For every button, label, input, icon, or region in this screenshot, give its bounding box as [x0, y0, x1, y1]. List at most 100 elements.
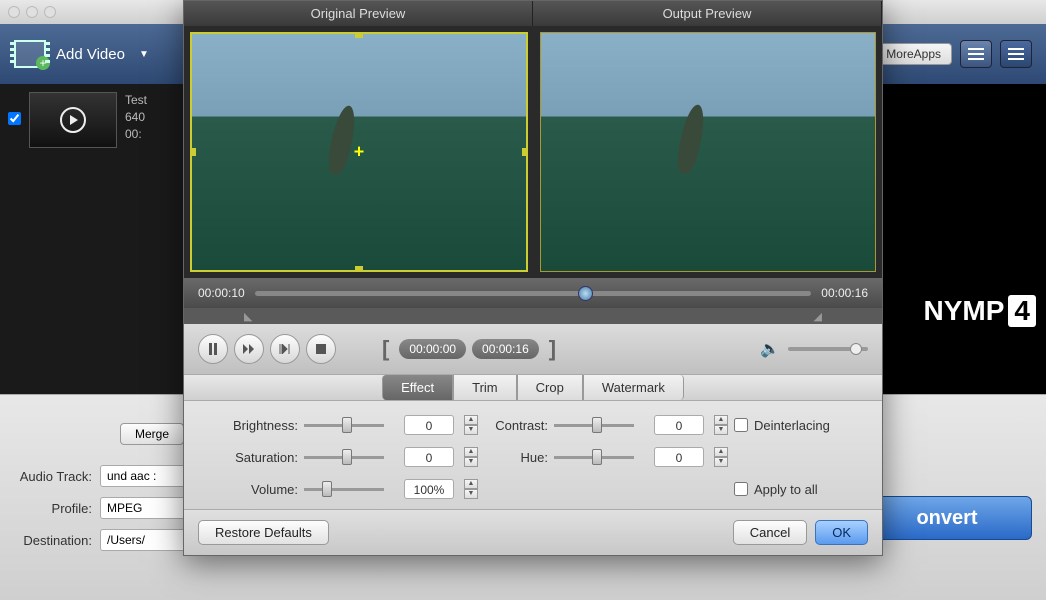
- clip-in-time: 00:00:00: [399, 339, 466, 359]
- more-apps-button[interactable]: MoreApps: [875, 43, 952, 65]
- saturation-label: Saturation:: [214, 450, 304, 465]
- trim-in-marker-icon[interactable]: ◣: [244, 310, 252, 323]
- speaker-icon: 🔈: [760, 339, 780, 359]
- video-content: [674, 103, 708, 176]
- brightness-label: Brightness:: [214, 418, 304, 433]
- minimize-window-icon[interactable]: [26, 6, 38, 18]
- item-title: Test: [125, 92, 147, 109]
- apply-all-label: Apply to all: [754, 482, 818, 497]
- volume-control: 🔈: [760, 339, 868, 359]
- original-preview-header: Original Preview: [184, 1, 533, 26]
- preview-headers: Original Preview Output Preview: [184, 1, 882, 26]
- volume-label: Volume:: [214, 482, 304, 497]
- crop-handle-left[interactable]: [190, 148, 196, 156]
- stop-button[interactable]: [306, 334, 336, 364]
- hue-slider[interactable]: [554, 448, 654, 466]
- contrast-stepper[interactable]: ▲▼: [714, 415, 728, 435]
- deinterlacing-label: Deinterlacing: [754, 418, 830, 433]
- add-video-button[interactable]: + Add Video ▼: [14, 40, 149, 68]
- saturation-value[interactable]: 0: [404, 447, 454, 467]
- trim-out-marker-icon[interactable]: ◢: [814, 310, 822, 323]
- tab-trim[interactable]: Trim: [453, 375, 517, 400]
- film-add-icon: +: [14, 40, 46, 68]
- cancel-button[interactable]: Cancel: [733, 520, 807, 545]
- pause-button[interactable]: [198, 334, 228, 364]
- item-duration: 00:: [125, 126, 147, 143]
- play-icon: [60, 107, 86, 133]
- fast-forward-button[interactable]: [234, 334, 264, 364]
- menu-icon: [1008, 48, 1024, 60]
- playhead-knob[interactable]: [578, 286, 593, 301]
- output-preview-header: Output Preview: [533, 1, 882, 26]
- brightness-slider[interactable]: [304, 416, 404, 434]
- brand-number: 4: [1008, 295, 1036, 327]
- brightness-stepper[interactable]: ▲▼: [464, 415, 478, 435]
- volume-value[interactable]: 100%: [404, 479, 454, 499]
- volume-stepper[interactable]: ▲▼: [464, 479, 478, 499]
- contrast-value[interactable]: 0: [654, 415, 704, 435]
- fast-forward-icon: [243, 344, 255, 354]
- restore-defaults-button[interactable]: Restore Defaults: [198, 520, 329, 545]
- preview-row: +: [184, 26, 882, 278]
- brightness-value[interactable]: 0: [404, 415, 454, 435]
- playback-controls: [ 00:00:00 00:00:16 ] 🔈: [184, 324, 882, 374]
- merge-button[interactable]: Merge: [120, 423, 184, 445]
- tab-effect[interactable]: Effect: [382, 375, 453, 400]
- convert-label: onvert: [916, 507, 977, 530]
- dialog-footer: Restore Defaults Cancel OK: [184, 509, 882, 555]
- item-resolution: 640: [125, 109, 147, 126]
- destination-input[interactable]: [100, 529, 190, 551]
- edit-dialog: Original Preview Output Preview + 00:00:…: [183, 0, 883, 556]
- video-thumbnail[interactable]: [29, 92, 117, 148]
- video-content: [325, 103, 359, 176]
- saturation-stepper[interactable]: ▲▼: [464, 447, 478, 467]
- step-icon: [279, 344, 291, 354]
- set-in-button[interactable]: [: [378, 336, 393, 362]
- timeline-start: 00:00:10: [198, 286, 245, 300]
- next-frame-button[interactable]: [270, 334, 300, 364]
- hue-value[interactable]: 0: [654, 447, 704, 467]
- list-view-button[interactable]: [960, 40, 992, 68]
- crop-handle-right[interactable]: [522, 148, 528, 156]
- grid-view-button[interactable]: [1000, 40, 1032, 68]
- add-video-label: Add Video: [56, 46, 125, 63]
- profile-select[interactable]: [100, 497, 190, 519]
- zoom-window-icon[interactable]: [44, 6, 56, 18]
- hue-stepper[interactable]: ▲▼: [714, 447, 728, 467]
- volume-effect-slider[interactable]: [304, 480, 404, 498]
- timeline: 00:00:10 00:00:16: [184, 278, 882, 308]
- crosshair-icon: +: [354, 142, 365, 163]
- item-checkbox[interactable]: [8, 112, 21, 125]
- timeline-end: 00:00:16: [821, 286, 868, 300]
- tab-bar: Effect Trim Crop Watermark: [184, 374, 882, 401]
- destination-label: Destination:: [0, 533, 92, 548]
- deinterlacing-checkbox[interactable]: Deinterlacing: [734, 418, 854, 433]
- saturation-slider[interactable]: [304, 448, 404, 466]
- list-item[interactable]: Test 640 00:: [0, 84, 180, 394]
- clip-out-time: 00:00:16: [472, 339, 539, 359]
- volume-knob[interactable]: [850, 343, 862, 355]
- stop-icon: [316, 344, 326, 354]
- contrast-slider[interactable]: [554, 416, 654, 434]
- tab-watermark[interactable]: Watermark: [583, 375, 684, 400]
- trim-markers: ◣ ◢: [184, 308, 882, 324]
- output-preview: [540, 32, 876, 272]
- contrast-label: Contrast:: [484, 418, 554, 433]
- apply-all-checkbox[interactable]: Apply to all: [734, 482, 854, 497]
- original-preview[interactable]: +: [190, 32, 528, 272]
- hue-label: Hue:: [484, 450, 554, 465]
- tab-crop[interactable]: Crop: [517, 375, 583, 400]
- audio-track-select[interactable]: [100, 465, 190, 487]
- profile-label: Profile:: [0, 501, 92, 516]
- volume-slider[interactable]: [788, 347, 868, 351]
- set-out-button[interactable]: ]: [545, 336, 560, 362]
- crop-handle-bottom[interactable]: [355, 266, 363, 272]
- ok-button[interactable]: OK: [815, 520, 868, 545]
- pause-icon: [208, 343, 218, 355]
- timeline-track[interactable]: [255, 291, 812, 296]
- close-window-icon[interactable]: [8, 6, 20, 18]
- brand-text: NYMP: [924, 295, 1005, 327]
- chevron-down-icon: ▼: [139, 49, 149, 60]
- crop-handle-top[interactable]: [355, 32, 363, 38]
- convert-button[interactable]: onvert: [862, 496, 1032, 540]
